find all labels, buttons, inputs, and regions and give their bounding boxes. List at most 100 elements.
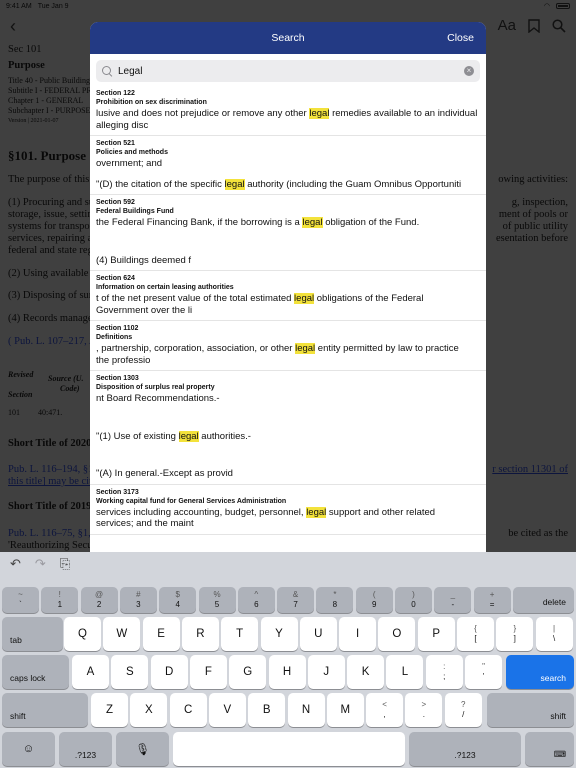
key-t[interactable]: T [221, 617, 259, 651]
key-4[interactable]: $4 [159, 587, 197, 613]
key-v[interactable]: V [208, 693, 246, 727]
key-l[interactable]: L [386, 655, 424, 689]
key-6[interactable]: ^ 6 [237, 587, 275, 613]
numbers-key-left[interactable]: .?123 [59, 732, 112, 766]
result-section-number: Section 592 [96, 199, 135, 206]
key-punct2-2[interactable]: ? / [444, 693, 482, 727]
search-result[interactable]: Section 521 Policies and methods overnment… [90, 136, 486, 195]
key-5[interactable]: % 5 [198, 587, 236, 613]
keyboard-toolbar: ↶ ↷ ⎘ [10, 556, 70, 572]
result-section-number: Section 3173 [96, 488, 139, 496]
key-2[interactable]: @2 [80, 587, 118, 613]
key-punct-0[interactable]: :; [425, 655, 463, 689]
result-snippet: Government over the li [96, 304, 193, 316]
key-`[interactable]: ~ ` [2, 587, 39, 613]
key-q[interactable]: Q [64, 617, 101, 651]
key-}[interactable]: }] [496, 617, 534, 651]
key-i[interactable]: I [339, 617, 377, 651]
key-w[interactable]: W [103, 617, 141, 651]
key--[interactable]: _ - [434, 587, 472, 613]
shift-right-key[interactable]: shift [487, 693, 574, 727]
tab-key[interactable]: tab [2, 617, 63, 651]
result-snippet: , partnership, corporation, association,… [96, 343, 459, 354]
delete-key[interactable]: delete [513, 587, 574, 613]
result-title: Disposition of surplus real property [96, 384, 215, 391]
key-d[interactable]: D [150, 655, 188, 689]
page: { "status": {"time":"9:41 AM","date":"Tu… [0, 0, 576, 768]
shift-left-key[interactable]: shift [2, 693, 88, 727]
key-1[interactable]: ! 1 [41, 587, 79, 613]
key-p[interactable]: P [417, 617, 455, 651]
key-u[interactable]: U [299, 617, 337, 651]
key-|[interactable]: | \ [535, 617, 573, 651]
key-c[interactable]: C [169, 693, 207, 727]
key-m[interactable]: M [326, 693, 364, 727]
result-snippet: (4) Buildings deemed f [96, 254, 192, 266]
mic-key[interactable]: 🎙 [116, 732, 169, 766]
result-snippet: overnment; and [96, 158, 163, 169]
results-list[interactable]: Section 122 Prohibition on sex discrimina… [90, 86, 486, 552]
result-section-number: Section 1102 [96, 325, 139, 332]
key-=[interactable]: + = [473, 587, 511, 613]
caps-lock-key[interactable]: caps lock [2, 655, 69, 689]
search-result[interactable]: Section 1303 Disposition of surplus real … [90, 371, 486, 485]
search-field[interactable]: × [96, 60, 480, 82]
match-highlight: legal [309, 108, 330, 119]
search-result[interactable]: Section 592 Federal Buildings Fund the Fed… [90, 195, 486, 271]
result-section-number: Section 521 [96, 140, 135, 147]
search-result[interactable]: Section 1102 Definitions , partnership, co… [90, 321, 486, 371]
key-g[interactable]: G [229, 655, 267, 689]
key-y[interactable]: Y [260, 617, 298, 651]
key-a[interactable]: A [72, 655, 109, 689]
result-title: Definitions [96, 334, 133, 341]
key-f[interactable]: F [189, 655, 227, 689]
key-b[interactable]: B [248, 693, 286, 727]
undo-icon[interactable]: ↶ [10, 556, 21, 572]
redo-icon[interactable]: ↷ [35, 556, 46, 572]
key-j[interactable]: J [307, 655, 345, 689]
space-key[interactable] [173, 732, 405, 766]
key-punct-1[interactable]: " ' [465, 655, 502, 689]
search-key[interactable]: search [506, 655, 574, 689]
key-s[interactable]: S [111, 655, 149, 689]
key-8[interactable]: * 8 [316, 587, 354, 613]
key-7[interactable]: & 7 [277, 587, 315, 613]
result-snippet: services including accounting, budget, p… [96, 506, 436, 518]
match-highlight: legal [306, 506, 327, 518]
result-snippet: t of the net present value of the total … [96, 293, 424, 304]
key-o[interactable]: O [378, 617, 416, 651]
result-snippet: nt Board Recommendations.- [96, 393, 220, 404]
result-snippet: alleging disc [96, 119, 149, 131]
search-result[interactable]: Section 3173 Working capital fund for Gen… [90, 485, 486, 535]
search-input[interactable] [113, 61, 464, 81]
search-result[interactable]: Section 624 Information on certain leasin… [90, 271, 486, 321]
search-modal: Search Close × Section 122 Prohibition on… [90, 22, 486, 552]
key-h[interactable]: H [268, 655, 306, 689]
key-e[interactable]: E [142, 617, 180, 651]
hide-keyboard-key[interactable]: ⌨ [525, 732, 574, 766]
paste-icon[interactable]: ⎘ [60, 556, 70, 572]
key-z[interactable]: Z [91, 693, 128, 727]
key-k[interactable]: K [347, 655, 385, 689]
clear-icon[interactable]: × [464, 66, 474, 76]
key-9[interactable]: (9 [355, 587, 393, 613]
result-snippet: services; and the maint [96, 518, 194, 529]
key-x[interactable]: X [130, 693, 168, 727]
keyboard: ↶ ↷ ⎘ ~ `! 1 @2 #3 $4% 5 ^ 6 & 7 * 8(9) 0 _ - + = delete ta… [0, 552, 576, 768]
key-punct2-1[interactable]: >. [405, 693, 443, 727]
magnifier-icon [102, 65, 113, 77]
search-result[interactable]: Section 122 Prohibition on sex discrimina… [90, 86, 486, 136]
key-{[interactable]: {[ [457, 617, 494, 651]
key-0[interactable]: ) 0 [395, 587, 432, 613]
close-button[interactable]: Close [447, 32, 474, 44]
numbers-key-right[interactable]: .?123 [409, 732, 521, 766]
key-3[interactable]: #3 [119, 587, 157, 613]
result-title: Information on certain leasing authoriti… [96, 284, 234, 291]
key-punct2-0[interactable]: <, [366, 693, 404, 727]
result-snippet: the professio [96, 354, 151, 366]
result-snippet: lusive and does not prejudice or remove … [96, 108, 478, 119]
key-n[interactable]: N [287, 693, 325, 727]
key-r[interactable]: R [181, 617, 219, 651]
emoji-key[interactable]: ☺ [2, 732, 55, 766]
result-title: Policies and methods [96, 149, 168, 156]
